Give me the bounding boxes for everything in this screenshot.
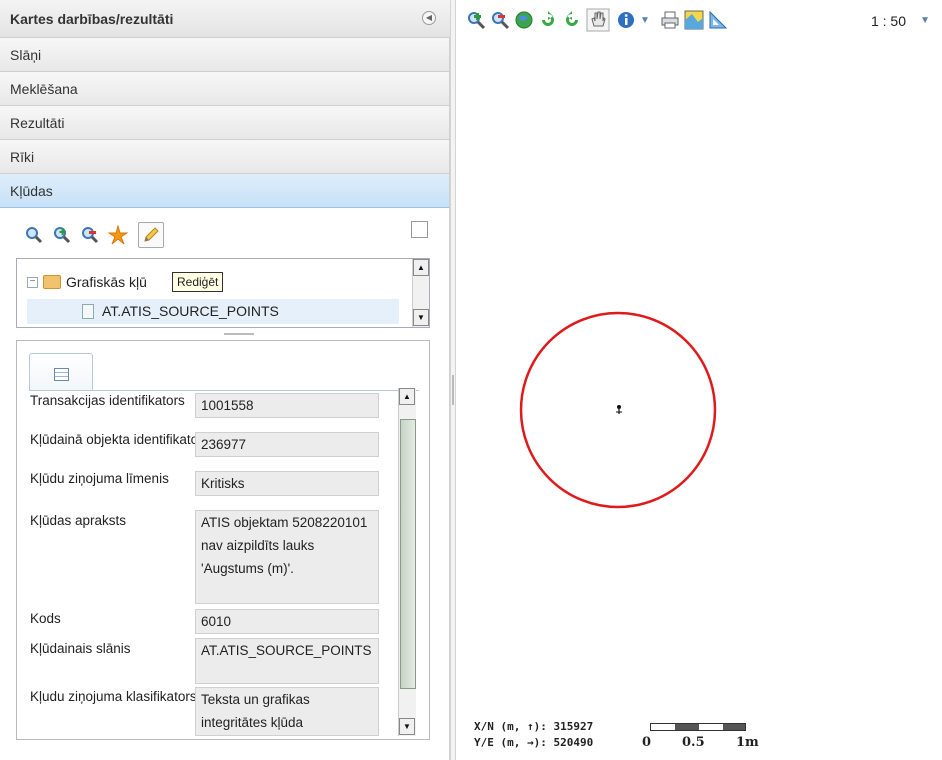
tree-item-label: AT.ATIS_SOURCE_POINTS bbox=[102, 303, 279, 319]
coord-north: X/N (m, ↑): 315927 bbox=[474, 720, 594, 733]
error-tree: − Grafiskās kļū AT.ATIS_SOURCE_POINTS ▲ … bbox=[16, 258, 430, 328]
zoom-in-icon[interactable] bbox=[50, 222, 74, 248]
section-label: Rezultāti bbox=[10, 115, 65, 131]
panel-title: Kartes darbības/rezultāti bbox=[10, 11, 174, 27]
field-label: Transakcijas identifikators bbox=[30, 393, 185, 408]
scroll-up-icon[interactable]: ▲ bbox=[413, 259, 429, 276]
splitter-handle[interactable] bbox=[224, 333, 254, 335]
field-value: 236977 bbox=[195, 432, 379, 457]
table-icon bbox=[54, 368, 69, 381]
tree-scrollbar[interactable]: ▲ ▼ bbox=[412, 259, 429, 327]
map-canvas bbox=[519, 311, 717, 509]
field-value: AT.ATIS_SOURCE_POINTS bbox=[195, 638, 379, 684]
section-label: Kļūdas bbox=[10, 183, 53, 199]
field-value: 1001558 bbox=[195, 393, 379, 418]
tree-item-row[interactable]: AT.ATIS_SOURCE_POINTS bbox=[27, 299, 399, 324]
field-label: Kods bbox=[30, 611, 61, 626]
field-value: ATIS objektam 5208220101 nav aizpildīts … bbox=[195, 510, 379, 604]
map-view[interactable]: ▼ 1 : 50 ▼ X/N (m, ↑): 315927 Y/E (m, →)… bbox=[456, 0, 942, 760]
error-location-circle bbox=[519, 311, 717, 509]
field-label: Kļūdas apraksts bbox=[30, 513, 127, 528]
field-value: Kritisks bbox=[195, 471, 379, 496]
zoom-out-icon[interactable] bbox=[78, 222, 102, 248]
section-layers[interactable]: Slāņi bbox=[0, 38, 450, 72]
select-all-checkbox[interactable] bbox=[411, 221, 428, 238]
scale-bar bbox=[650, 723, 746, 731]
field-label: Kļūdainā objekta identifikators bbox=[30, 432, 210, 447]
section-results[interactable]: Rezultāti bbox=[0, 106, 450, 140]
field-label: Kļūdu ziņojuma līmenis bbox=[30, 471, 169, 486]
field-value: Teksta un grafikas integritātes kļūda bbox=[195, 687, 379, 736]
tab-attributes[interactable] bbox=[29, 353, 93, 391]
scale-label-1m: 1m bbox=[736, 735, 759, 750]
coord-east: Y/E (m, →): 520490 bbox=[474, 736, 594, 749]
tree-folder-label: Grafiskās kļū bbox=[66, 274, 147, 290]
section-label: Slāņi bbox=[10, 47, 42, 63]
point-feature-icon bbox=[616, 405, 622, 414]
field-value: 6010 bbox=[195, 609, 379, 634]
errors-toolbar bbox=[22, 222, 164, 250]
left-panel: Kartes darbības/rezultāti ◀ Slāņi Meklēš… bbox=[0, 0, 450, 760]
folder-icon bbox=[43, 275, 61, 289]
scroll-down-icon[interactable]: ▼ bbox=[399, 718, 415, 735]
scroll-down-icon[interactable]: ▼ bbox=[413, 309, 429, 326]
section-errors[interactable]: Kļūdas bbox=[0, 174, 450, 208]
edit-tooltip: Rediģēt bbox=[172, 272, 224, 292]
coordinate-readout: X/N (m, ↑): 315927 Y/E (m, →): 520490 bbox=[474, 719, 593, 751]
panel-header: Kartes darbības/rezultāti ◀ bbox=[0, 0, 450, 38]
field-label: Kļudu ziņojuma klasifikators bbox=[30, 689, 197, 704]
scroll-thumb[interactable] bbox=[400, 419, 416, 689]
detail-scrollbar[interactable]: ▲ ▼ bbox=[398, 388, 416, 736]
highlight-icon[interactable] bbox=[106, 222, 130, 248]
collapse-node-icon[interactable]: − bbox=[27, 276, 38, 288]
scale-label-half: 0.5 bbox=[682, 735, 705, 750]
edit-pencil-icon[interactable] bbox=[138, 222, 164, 248]
scroll-up-icon[interactable]: ▲ bbox=[399, 388, 415, 405]
section-tools[interactable]: Rīki bbox=[0, 140, 450, 174]
section-search[interactable]: Meklēšana bbox=[0, 72, 450, 106]
scale-label-0: 0 bbox=[642, 735, 652, 750]
collapse-panel-icon[interactable]: ◀ bbox=[422, 11, 436, 25]
section-label: Rīki bbox=[10, 149, 35, 165]
document-icon bbox=[82, 304, 94, 319]
section-label: Meklēšana bbox=[10, 81, 78, 97]
field-label: Kļūdainais slānis bbox=[30, 641, 131, 656]
zoom-icon[interactable] bbox=[22, 222, 46, 248]
tree-folder-row[interactable]: − Grafiskās kļū bbox=[27, 274, 147, 290]
